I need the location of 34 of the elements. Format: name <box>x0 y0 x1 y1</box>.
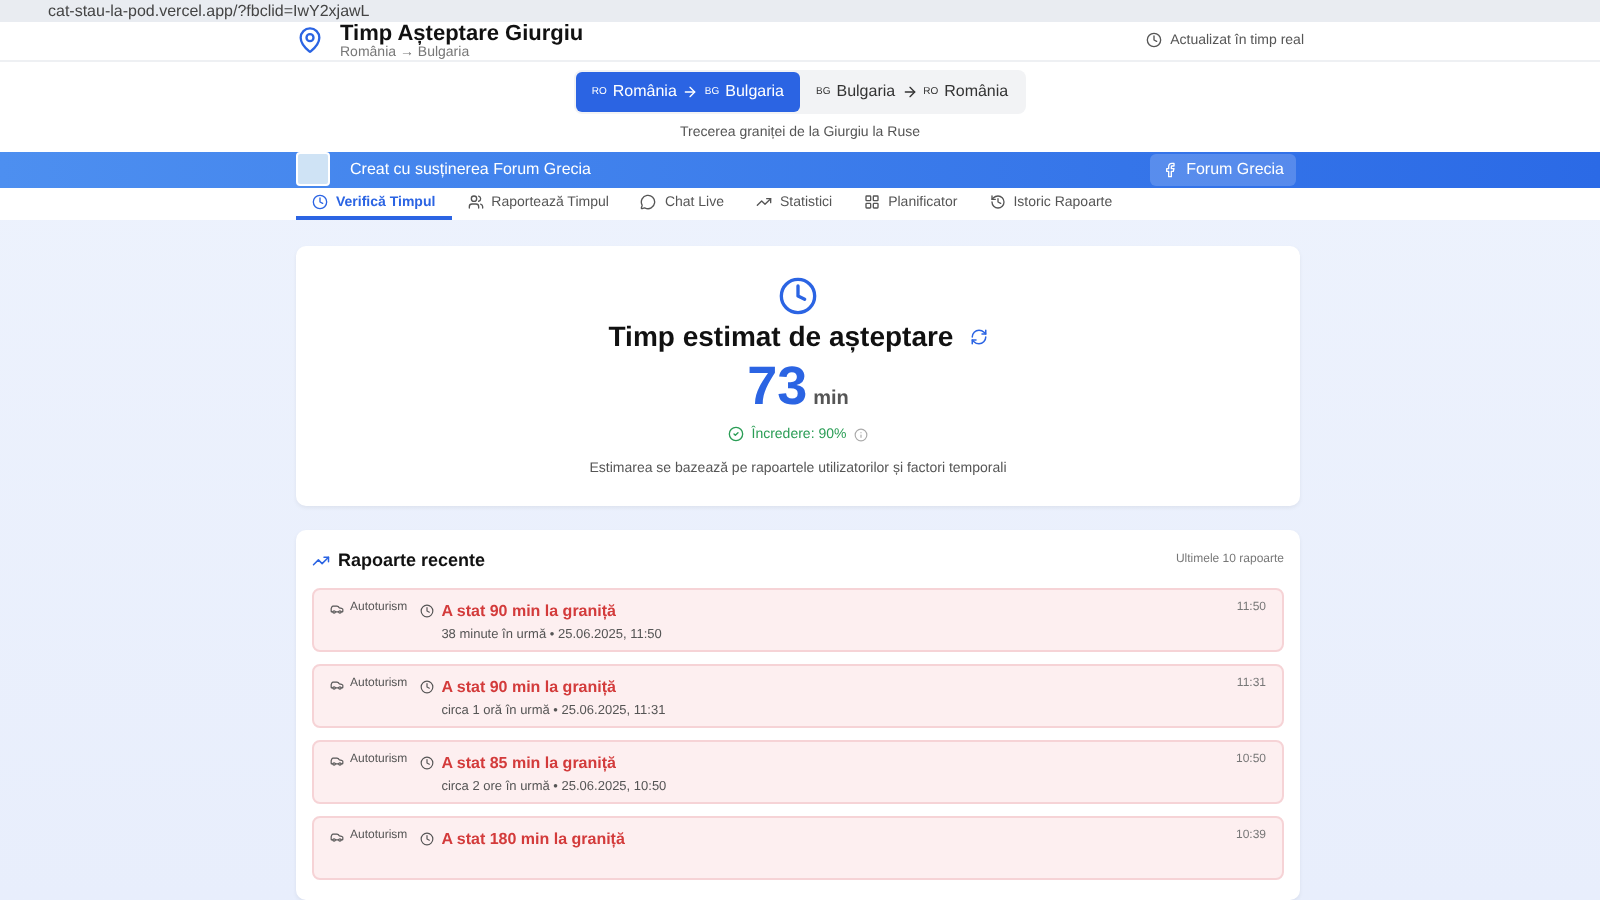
refresh-icon[interactable] <box>969 327 988 345</box>
facebook-icon <box>1162 161 1179 178</box>
clock-icon <box>419 832 434 846</box>
car-icon <box>330 754 344 768</box>
clock-icon <box>778 276 818 316</box>
arrow-icon <box>901 83 918 100</box>
report-title: A stat 180 min la graniță <box>441 830 625 848</box>
banner-text: Creat cu susținerea Forum Grecia <box>350 160 591 179</box>
reports-title: Rapoarte recente <box>338 550 486 570</box>
history-icon <box>989 194 1006 211</box>
report-title: A stat 90 min la graniță <box>441 602 616 620</box>
check-icon <box>727 426 744 442</box>
car-icon <box>330 830 344 844</box>
app-title: Timp Așteptare Giurgiu <box>340 21 584 46</box>
clock-icon <box>419 604 434 618</box>
car-icon <box>330 678 344 692</box>
url-text[interactable]: cat-stau-la-pod.vercel.app/?fbclid=IwY2xjawL <box>48 1 370 20</box>
users-icon <box>467 194 484 211</box>
arrow-icon <box>682 83 699 100</box>
clock-icon <box>419 680 434 694</box>
grid-icon <box>864 194 881 211</box>
trend-icon <box>312 551 330 569</box>
estimate-title: Timp estimat de așteptare <box>608 320 954 352</box>
clock-icon <box>312 194 328 211</box>
wait-value: 73 <box>747 356 808 418</box>
clock-icon <box>419 756 434 770</box>
trend-icon <box>756 194 773 211</box>
map-pin-icon <box>296 26 324 55</box>
report-title: A stat 85 min la graniță <box>441 754 616 772</box>
report-title: A stat 90 min la graniță <box>441 678 616 696</box>
chat-icon <box>640 194 657 211</box>
wait-unit: min <box>813 388 849 410</box>
clock-icon <box>1146 32 1163 49</box>
car-icon <box>330 602 344 616</box>
